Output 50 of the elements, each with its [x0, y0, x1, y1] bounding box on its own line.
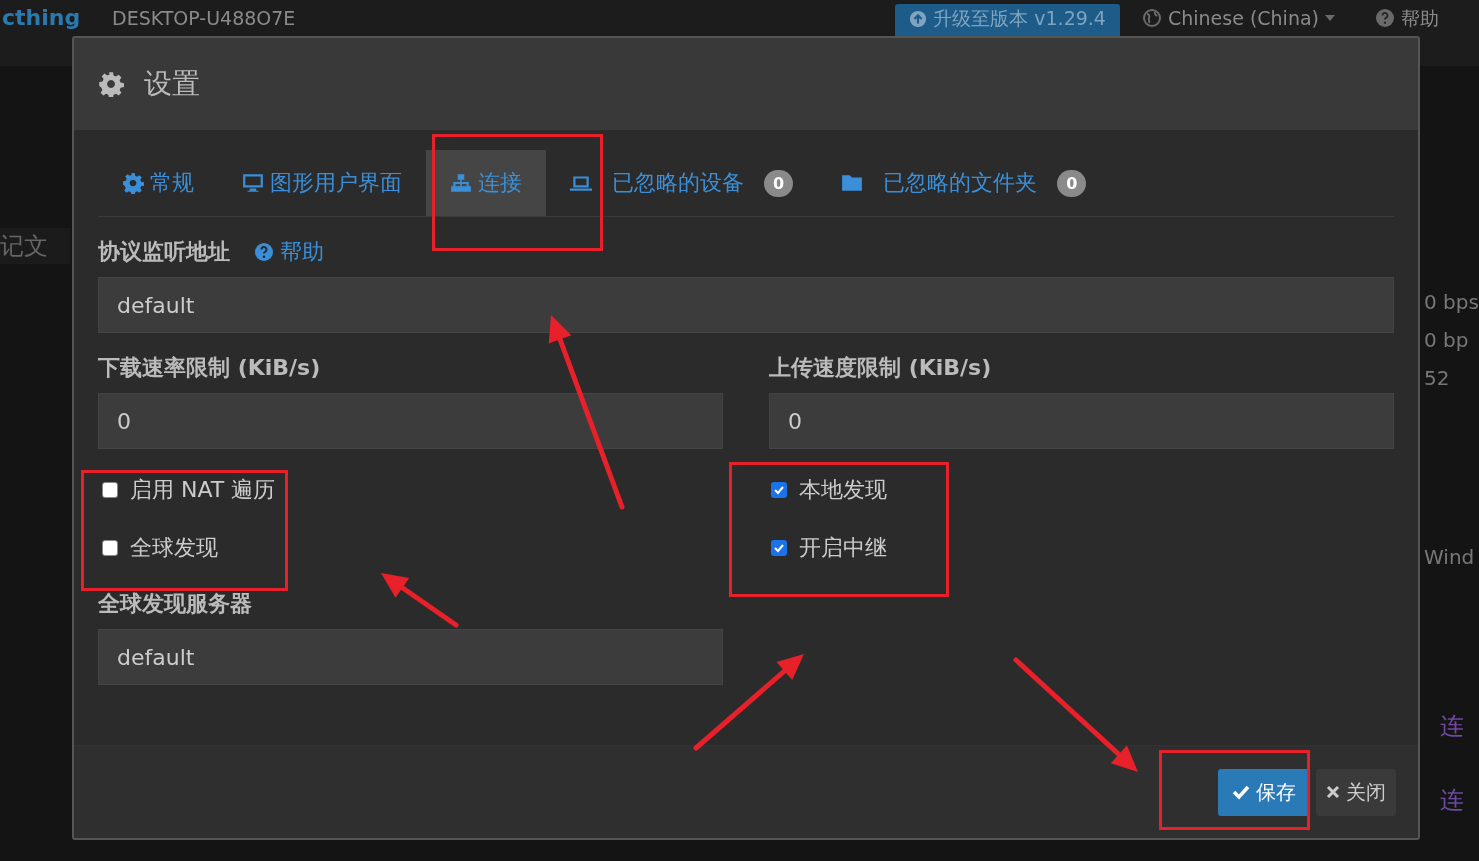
help-icon [254, 242, 274, 262]
rate-text: 0 bp [1424, 328, 1470, 352]
close-button[interactable]: 关闭 [1316, 768, 1396, 816]
network-icon [450, 172, 472, 194]
brand-name: cthing [2, 6, 82, 30]
checkbox[interactable] [771, 540, 787, 556]
os-text: Wind [1424, 545, 1475, 569]
settings-tab[interactable]: 已忽略的设备 0 [546, 150, 818, 216]
count-badge: 0 [764, 169, 794, 197]
field-label: 协议监听地址 [98, 238, 230, 266]
listen-address-field[interactable]: default [98, 277, 1394, 333]
gear-icon [98, 71, 124, 97]
field-label: 全球发现服务器 [98, 590, 252, 618]
discovery-server-field[interactable]: default [98, 629, 723, 685]
globe-icon [1141, 8, 1162, 28]
dialog-title: 设置 [144, 66, 200, 102]
checkbox-label: 全球发现 [130, 534, 218, 562]
download-limit-field[interactable]: 0 [98, 393, 723, 449]
help-link[interactable]: 帮助 [280, 237, 324, 267]
help-icon [1375, 8, 1395, 28]
sidebar-text: 记文 [0, 228, 70, 264]
rate-text: 0 bps [1424, 290, 1479, 314]
caret-icon [1325, 15, 1335, 21]
checkbox-label: 开启中继 [799, 534, 887, 562]
device-name: DESKTOP-U488O7E [112, 6, 296, 30]
upload-limit-field[interactable]: 0 [769, 393, 1394, 449]
settings-tab[interactable]: 连接 [426, 150, 546, 216]
field-label: 上传速度限制 (KiB/s) [769, 354, 992, 382]
rate-text: 52 [1424, 366, 1451, 390]
connection-link[interactable]: 连 [1440, 710, 1464, 742]
folder-icon [841, 172, 864, 194]
check-icon [1232, 784, 1250, 800]
arrow-up-circle-icon [909, 10, 928, 28]
settings-tab[interactable]: 已忽略的文件夹 0 [817, 150, 1111, 216]
save-button[interactable]: 保存 [1218, 768, 1310, 816]
settings-tab[interactable]: 常规 [98, 150, 218, 216]
checkbox[interactable] [102, 482, 118, 498]
close-icon [1326, 785, 1340, 799]
checkbox-label: 本地发现 [799, 476, 887, 504]
count-badge: 0 [1057, 169, 1087, 197]
help-link[interactable]: 帮助 [1401, 6, 1439, 30]
gear-icon [122, 172, 144, 194]
settings-tab[interactable]: 图形用户界面 [218, 150, 426, 216]
checkbox-label: 启用 NAT 遍历 [130, 476, 276, 504]
field-label: 下载速率限制 (KiB/s) [98, 354, 321, 382]
checkbox[interactable] [771, 482, 787, 498]
monitor-icon [242, 172, 264, 194]
language-menu[interactable]: Chinese (China) [1167, 6, 1319, 30]
connection-link[interactable]: 连 [1440, 784, 1464, 816]
checkbox[interactable] [102, 540, 118, 556]
